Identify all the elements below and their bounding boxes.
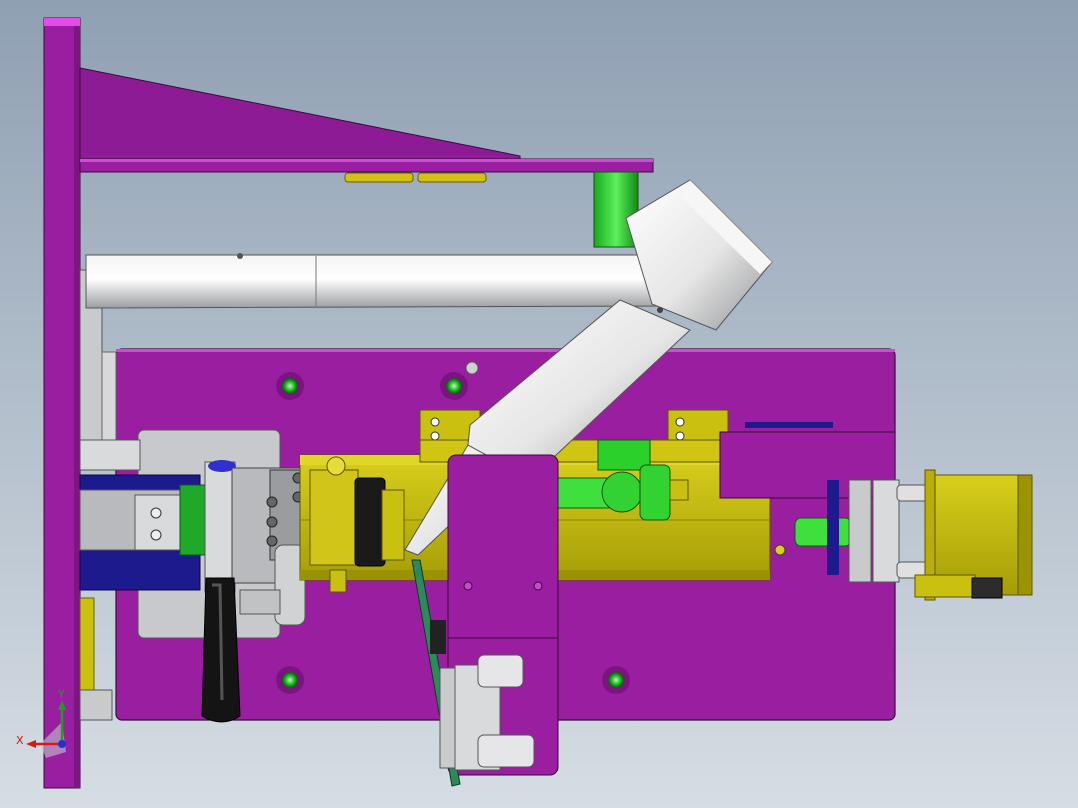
top-arm[interactable] [79, 158, 654, 173]
left-column-frame[interactable] [43, 17, 81, 789]
clamp-handle[interactable] [201, 577, 241, 723]
cable-slot [745, 422, 833, 428]
cad-viewport[interactable]: Y X [0, 0, 1078, 808]
axis-x-label: X [16, 734, 24, 747]
axis-y-label: Y [57, 688, 65, 701]
cad-model-view[interactable]: Y X [0, 0, 1078, 808]
servo-motor[interactable] [914, 469, 1033, 601]
